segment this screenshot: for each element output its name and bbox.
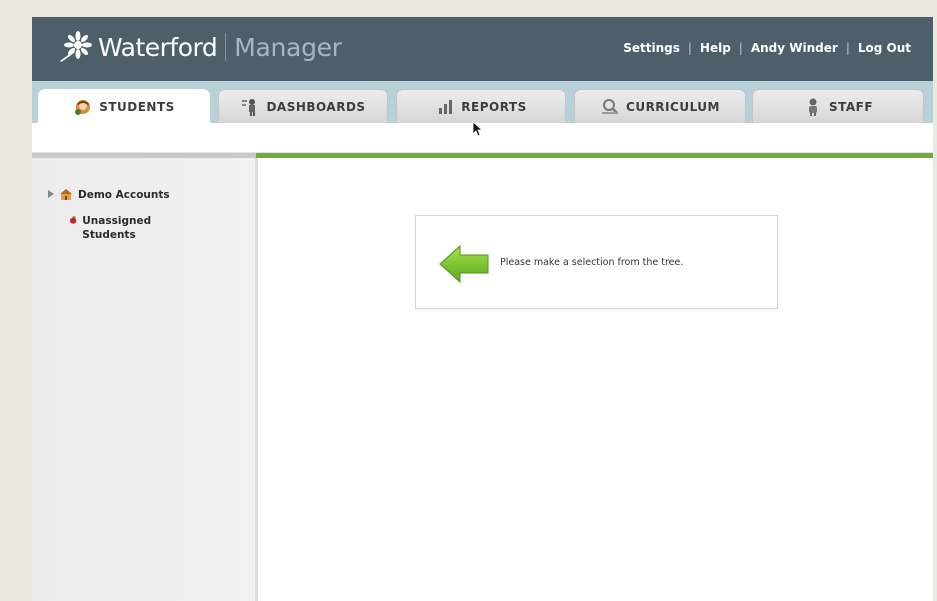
school-icon [60, 189, 72, 200]
dashboards-icon [242, 98, 256, 116]
app-window: Waterford Manager Settings | Help | Andy… [32, 17, 933, 601]
tab-dashboards[interactable]: DASHBOARDS [218, 89, 388, 123]
tab-label: STAFF [828, 99, 874, 114]
user-name-link[interactable]: Andy Winder [751, 41, 838, 55]
tab-students[interactable]: STUDENTS [38, 89, 210, 124]
nav-separator: | [738, 41, 743, 55]
logo: Waterford Manager [58, 31, 342, 63]
product-name: Manager [234, 32, 342, 62]
main-content: Please make a selection from the tree. [261, 158, 933, 601]
tab-staff[interactable]: STAFF [752, 89, 924, 123]
students-icon [75, 100, 91, 115]
tab-label: STUDENTS [99, 100, 175, 114]
waterford-flower-icon [60, 31, 92, 62]
tree-sidebar: Demo Accounts Unassigned Students [32, 158, 258, 601]
nav-separator: | [845, 41, 850, 55]
tab-reports[interactable]: REPORTS [396, 89, 566, 123]
settings-link[interactable]: Settings [623, 41, 680, 55]
selection-prompt-box: Please make a selection from the tree. [415, 215, 778, 309]
header: Waterford Manager Settings | Help | Andy… [32, 17, 933, 81]
sub-toolbar [32, 123, 933, 153]
tree-item-label: Demo Accounts [78, 189, 170, 201]
user-nav: Settings | Help | Andy Winder | Log Out [623, 41, 911, 55]
tab-label: DASHBOARDS [266, 99, 366, 114]
nav-separator: | [687, 41, 692, 55]
tab-curriculum[interactable]: CURRICULUM [574, 89, 746, 123]
tab-label: REPORTS [461, 99, 527, 114]
selection-prompt-text: Please make a selection from the tree. [500, 257, 684, 268]
left-arrow-icon [439, 244, 489, 284]
tree-item-unassigned-students[interactable]: Unassigned Students [69, 214, 169, 242]
tree-item-label: Unassigned Students [82, 215, 152, 241]
tab-label: CURRICULUM [626, 99, 720, 114]
curriculum-icon [602, 98, 619, 114]
help-link[interactable]: Help [700, 41, 731, 55]
tree-item-demo-accounts[interactable]: Demo Accounts [47, 188, 170, 202]
logo-divider [225, 33, 227, 61]
main-tabs: STUDENTS DASHBOARDS REPORTS CURRICULUM S… [32, 81, 933, 124]
apple-icon [70, 216, 77, 224]
brand-name: Waterford [98, 32, 218, 62]
mouse-cursor-icon [472, 121, 482, 137]
staff-icon [808, 98, 817, 116]
reports-icon [439, 99, 453, 114]
logout-link[interactable]: Log Out [858, 41, 911, 55]
expand-arrow-icon[interactable] [47, 190, 55, 198]
